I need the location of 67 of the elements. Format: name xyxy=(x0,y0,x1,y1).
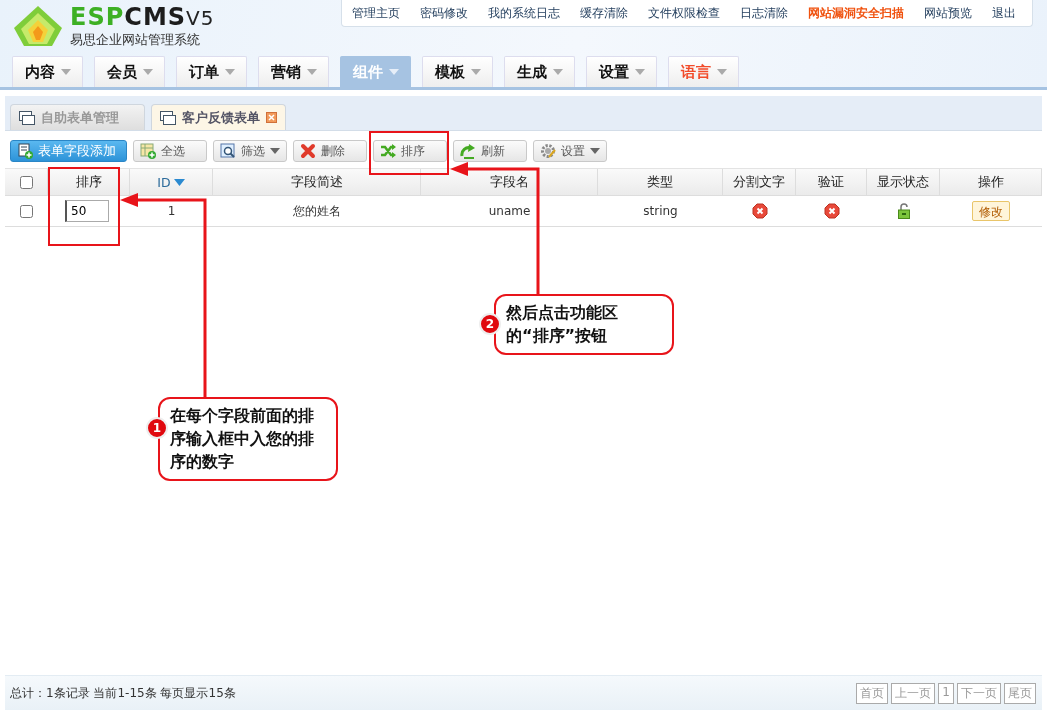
toolbar-button[interactable]: 设置 xyxy=(533,140,607,162)
caret-icon xyxy=(60,69,71,75)
caret-icon xyxy=(388,69,399,75)
caret-icon xyxy=(552,69,563,75)
select-all-checkbox[interactable] xyxy=(19,175,33,189)
logo-icon xyxy=(12,4,64,48)
caret-icon xyxy=(142,69,153,75)
logo-subtitle: 易思企业网站管理系统 xyxy=(70,31,201,49)
nav-tab[interactable]: 营销 xyxy=(258,56,329,87)
delete-icon xyxy=(300,143,316,159)
step-badge: 2 xyxy=(479,313,501,335)
caret-icon xyxy=(716,69,727,75)
edit-button[interactable]: 修改 xyxy=(972,201,1010,221)
callout-text: 然后点击功能区的“排序”按钮 xyxy=(494,294,674,355)
column-header[interactable]: 字段简述 xyxy=(290,173,343,191)
caret-icon xyxy=(470,69,481,75)
row-checkbox[interactable] xyxy=(20,204,33,218)
close-icon[interactable] xyxy=(266,112,277,123)
toolbar-button[interactable]: 删除 xyxy=(293,140,367,162)
toolbar-button[interactable]: 排序 xyxy=(373,140,447,162)
caret-icon xyxy=(590,148,600,154)
top-link[interactable]: 我的系统日志 xyxy=(488,4,560,22)
table-cell: 您的姓名 xyxy=(293,202,341,220)
window-icon xyxy=(19,110,35,125)
nav-tab[interactable]: 设置 xyxy=(586,56,657,87)
column-header[interactable]: ID xyxy=(157,174,171,190)
caret-icon xyxy=(224,69,235,75)
column-header[interactable]: 字段名 xyxy=(489,173,529,191)
column-header[interactable]: 分割文字 xyxy=(733,173,785,191)
table-cell: string xyxy=(643,204,678,218)
order-field[interactable]: 50 xyxy=(65,200,109,222)
form-add-icon xyxy=(17,143,33,159)
top-link[interactable]: 缓存清除 xyxy=(580,4,628,22)
search-icon xyxy=(220,143,236,159)
toolbar-button[interactable]: 刷新 xyxy=(453,140,527,162)
caret-icon xyxy=(634,69,645,75)
column-header[interactable]: 显示状态 xyxy=(877,173,929,191)
caret-icon xyxy=(270,148,280,154)
top-link[interactable]: 管理主页 xyxy=(352,4,400,22)
window-icon xyxy=(160,110,176,125)
column-header[interactable]: 类型 xyxy=(647,173,673,191)
shuffle-icon xyxy=(380,143,396,159)
top-link[interactable]: 网站预览 xyxy=(924,4,972,22)
column-header[interactable]: 操作 xyxy=(977,173,1004,191)
top-link[interactable]: 日志清除 xyxy=(740,4,788,22)
table-cell: uname xyxy=(488,204,531,218)
sub-tab[interactable]: 客户反馈表单 xyxy=(151,104,286,130)
gear-icon xyxy=(540,143,556,159)
top-link[interactable]: 退出 xyxy=(992,4,1016,22)
nav-tab[interactable]: 模板 xyxy=(422,56,493,87)
toolbar-button[interactable]: 筛选 xyxy=(213,140,287,162)
logo-text: ESPCMSV5 xyxy=(70,4,215,31)
nav-tab[interactable]: 会员 xyxy=(94,56,165,87)
nav-tab[interactable]: 订单 xyxy=(176,56,247,87)
table-cell: 1 xyxy=(167,204,176,218)
column-header[interactable]: 排序 xyxy=(75,173,102,191)
record-summary: 总计：1条记录 当前1-15条 每页显示15条 xyxy=(10,684,236,702)
table-add-icon xyxy=(140,143,156,159)
top-link[interactable]: 密码修改 xyxy=(420,4,468,22)
nav-tab[interactable]: 内容 xyxy=(12,56,83,87)
top-link[interactable]: 文件权限检查 xyxy=(648,4,720,22)
top-link[interactable]: 网站漏洞安全扫描 xyxy=(808,4,904,22)
toolbar-button[interactable]: 全选 xyxy=(133,140,207,162)
caret-icon xyxy=(306,69,317,75)
column-header[interactable]: 验证 xyxy=(818,173,844,191)
nav-tab[interactable]: 生成 xyxy=(504,56,575,87)
refresh-icon xyxy=(460,143,476,159)
